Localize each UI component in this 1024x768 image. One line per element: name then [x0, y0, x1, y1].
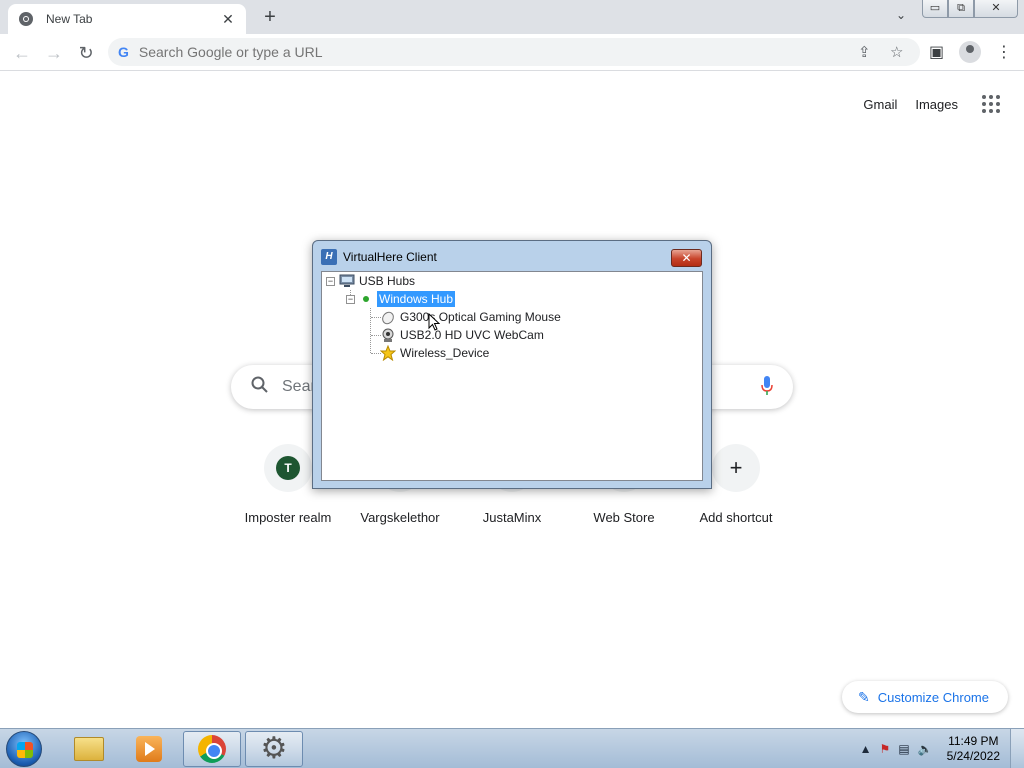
action-center-flag-icon[interactable]: ⚑: [880, 742, 891, 756]
google-apps-icon[interactable]: [982, 95, 1000, 113]
tree-node-windows-hub[interactable]: − Windows Hub: [346, 290, 456, 308]
tree-label: Windows Hub: [377, 291, 456, 307]
plus-icon: +: [729, 455, 743, 480]
omnibox-input[interactable]: [138, 44, 739, 60]
window-title-text: VirtualHere Client: [343, 250, 437, 264]
customize-label: Customize Chrome: [877, 689, 989, 705]
mouse-cursor-icon: [428, 312, 441, 337]
tree-node-usb-hubs[interactable]: − USB Hubs: [326, 272, 415, 290]
mouse-icon: [380, 309, 396, 325]
folder-icon: [74, 737, 104, 761]
shortcut-label: Vargskelethor: [360, 510, 440, 525]
back-button[interactable]: ←: [10, 41, 34, 65]
webcam-icon: [380, 327, 396, 343]
dialog-close-button[interactable]: ✕: [671, 249, 702, 267]
shortcut-label: Imposter realm: [244, 510, 332, 525]
bookmark-star-icon[interactable]: ☆: [890, 43, 903, 61]
tree-node-device[interactable]: USB2.0 HD UVC WebCam: [380, 326, 544, 344]
reload-button[interactable]: ↻: [74, 41, 98, 65]
tree-label: G300s Optical Gaming Mouse: [400, 310, 561, 324]
shortcut-favicon: T: [264, 444, 312, 492]
taskbar-chrome[interactable]: [183, 731, 241, 767]
hub-status-icon: [363, 296, 369, 302]
customize-chrome-button[interactable]: ✎ Customize Chrome: [842, 681, 1008, 713]
chrome-favicon-icon: [18, 11, 34, 27]
search-placeholder: Sear: [282, 378, 316, 395]
chrome-menu-icon[interactable]: ⋮: [996, 42, 1012, 62]
computer-icon: [339, 273, 355, 289]
chrome-icon: [198, 735, 226, 763]
tree-node-device[interactable]: Wireless_Device: [379, 344, 490, 362]
shortcut-label: Web Store: [593, 510, 655, 525]
close-window-button[interactable]: ✕: [974, 0, 1018, 18]
profile-avatar-icon[interactable]: [959, 41, 981, 63]
new-tab-button[interactable]: +: [258, 6, 282, 30]
system-tray: ▲ ⚑ ▤ 🔈 11:49 PM 5/24/2022: [860, 729, 1024, 768]
share-icon[interactable]: ⇪: [858, 43, 871, 61]
media-player-icon: [136, 736, 162, 762]
letter-t-icon: T: [276, 456, 300, 480]
window-title: H VirtualHere Client: [321, 249, 437, 265]
tab-search-chevron-icon[interactable]: ⌄: [896, 8, 906, 22]
start-button[interactable]: [6, 731, 42, 767]
tab-new-tab[interactable]: New Tab ✕: [8, 4, 246, 34]
forward-button[interactable]: →: [42, 41, 66, 65]
clock-time: 11:49 PM: [948, 734, 999, 748]
show-desktop-button[interactable]: [1010, 729, 1024, 768]
star-icon: [379, 344, 397, 362]
search-icon: [251, 376, 268, 398]
tab-title: New Tab: [46, 12, 93, 26]
tab-strip: New Tab ✕ + ⌄ ▭ ⧉ ✕: [0, 0, 1024, 34]
browser-toolbar: ← → ↻ G ⇪ ☆ ▣ ⋮: [0, 34, 1024, 71]
clock-date: 5/24/2022: [946, 749, 1000, 763]
taskbar-explorer[interactable]: [60, 731, 118, 767]
show-hidden-icons-icon[interactable]: ▲: [860, 742, 872, 756]
tree-node-device[interactable]: G300s Optical Gaming Mouse: [380, 308, 561, 326]
clock[interactable]: 11:49 PM 5/24/2022: [947, 734, 1000, 764]
window-controls: ▭ ⧉ ✕: [922, 0, 1018, 18]
collapse-icon[interactable]: −: [346, 294, 355, 304]
volume-icon[interactable]: 🔈: [918, 742, 933, 756]
images-link[interactable]: Images: [915, 97, 958, 112]
tree-label: USB Hubs: [359, 274, 416, 288]
minimize-button[interactable]: ▭: [922, 0, 948, 18]
pencil-icon: ✎: [858, 688, 870, 705]
virtualhere-app-icon: H: [321, 249, 337, 265]
google-g-icon: G: [118, 44, 129, 60]
shortcut-favicon: +: [712, 444, 760, 492]
tree-connector: [370, 308, 371, 353]
shortcut-label: Add shortcut: [699, 510, 773, 525]
omnibox[interactable]: G ⇪ ☆: [108, 38, 920, 66]
gmail-link[interactable]: Gmail: [863, 97, 897, 112]
collapse-icon[interactable]: −: [326, 276, 335, 286]
windows-taskbar: ⚙ ▲ ⚑ ▤ 🔈 11:49 PM 5/24/2022: [0, 728, 1024, 768]
taskbar-media-player[interactable]: [120, 731, 178, 767]
taskbar-virtualhere[interactable]: ⚙: [245, 731, 303, 767]
gear-icon: ⚙: [260, 732, 288, 765]
microphone-icon[interactable]: [761, 376, 773, 395]
virtualhere-client-window: H VirtualHere Client ✕ − USB Hubs − Wind…: [312, 240, 712, 489]
network-icon[interactable]: ▤: [898, 742, 909, 756]
tree-label: USB2.0 HD UVC WebCam: [400, 328, 544, 342]
restore-button[interactable]: ⧉: [948, 0, 974, 18]
tree-label: Wireless_Device: [400, 346, 490, 360]
shortcut-label: JustaMinx: [482, 510, 542, 525]
side-panel-icon[interactable]: ▣: [929, 42, 944, 62]
tab-close-icon[interactable]: ✕: [220, 11, 236, 28]
usb-device-tree[interactable]: − USB Hubs − Windows Hub G300s Optical G…: [321, 271, 703, 481]
ntp-top-links: Gmail Images: [863, 95, 1024, 113]
